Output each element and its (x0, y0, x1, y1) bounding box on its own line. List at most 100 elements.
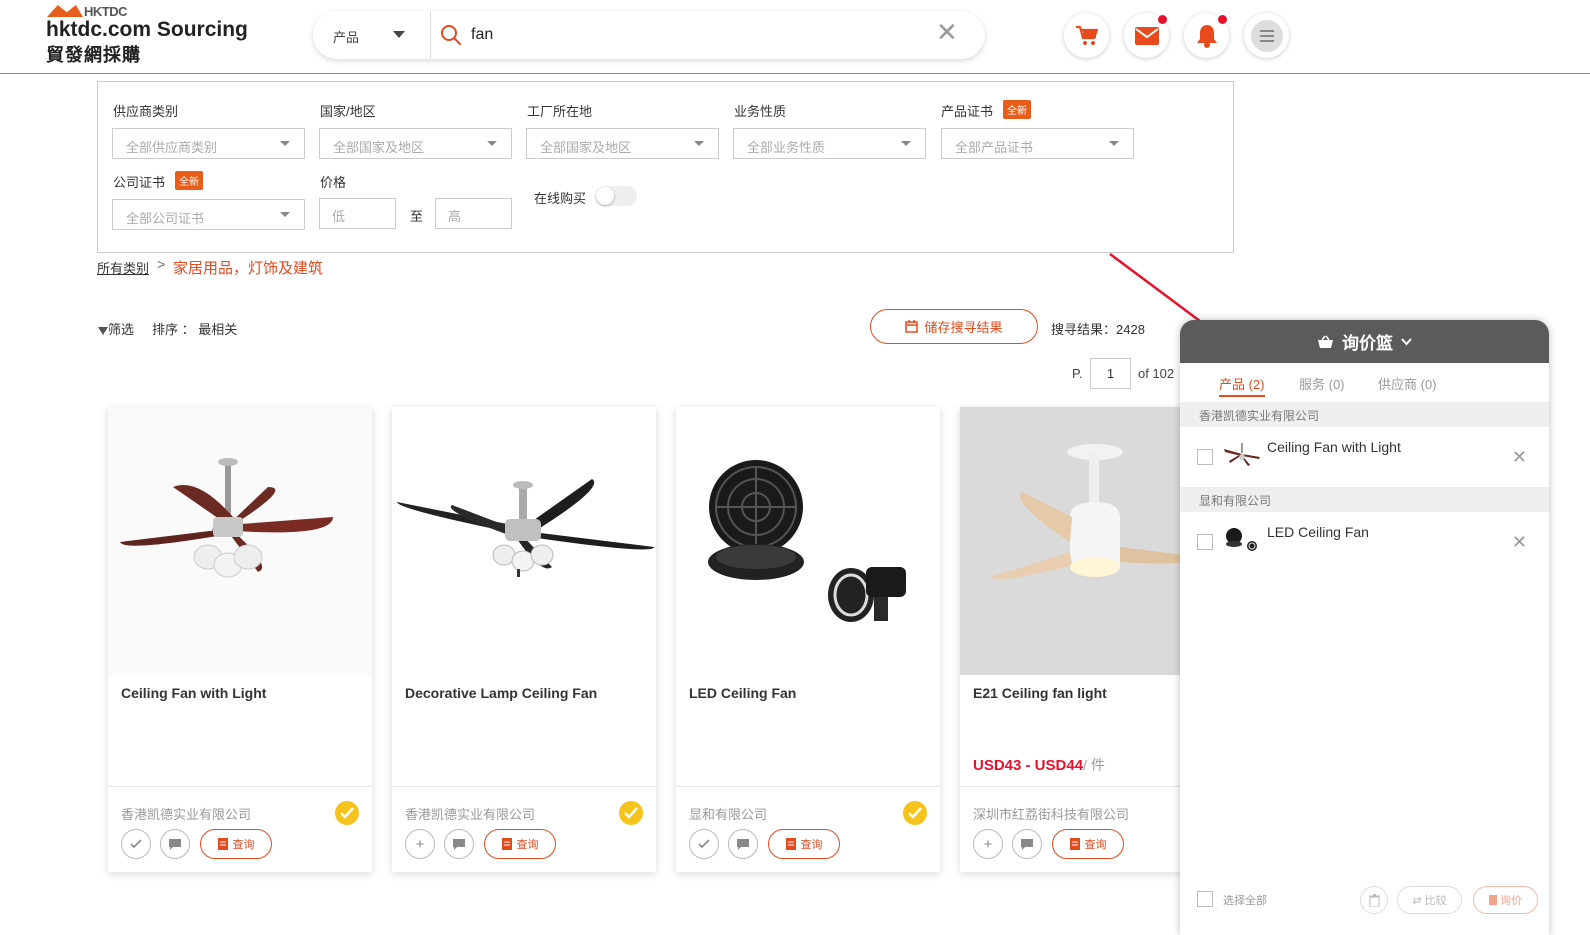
inquiry-button[interactable]: 查询 (200, 829, 272, 859)
verified-check-icon (903, 801, 927, 825)
select-all-label[interactable]: 选择全部 (1223, 892, 1267, 908)
price-max-input[interactable]: 高 (435, 198, 512, 229)
chat-button[interactable] (728, 829, 758, 859)
product-cert-select[interactable]: 全部产品证书 (941, 128, 1134, 159)
inquiry-button[interactable]: 查询 (1052, 829, 1124, 859)
item-checkbox[interactable] (1197, 449, 1213, 465)
logo-subtitle[interactable]: 貿發網採購 (46, 41, 141, 67)
item-name[interactable]: LED Ceiling Fan (1267, 524, 1369, 540)
caret-down-icon (280, 141, 290, 146)
delete-button[interactable] (1360, 886, 1388, 914)
check-icon (698, 839, 710, 849)
document-icon (1069, 838, 1080, 850)
page-prefix: P. (1072, 366, 1083, 381)
select-all-checkbox[interactable] (1197, 891, 1213, 907)
logo-title[interactable]: hktdc.com Sourcing (46, 18, 248, 42)
chevron-right-icon: > (157, 256, 166, 272)
supplier-type-value: 全部供应商类别 (126, 140, 218, 155)
product-image[interactable] (392, 407, 656, 675)
notifications-button[interactable] (1184, 13, 1229, 58)
added-to-basket-button[interactable] (121, 829, 151, 859)
tab-suppliers[interactable]: 供应商 (0) (1378, 374, 1437, 393)
hktdc-logo-mark[interactable] (47, 5, 83, 17)
messages-button[interactable] (1124, 13, 1169, 58)
inquiry-label: 查询 (1084, 839, 1107, 851)
company-cert-select[interactable]: 全部公司证书 (112, 199, 305, 230)
supplier-name[interactable]: 香港凯德实业有限公司 (121, 804, 251, 823)
caret-down-icon (694, 141, 704, 146)
product-card[interactable]: Decorative Lamp Ceiling Fan 香港凯德实业有限公司 +… (392, 407, 656, 872)
inquiry-button[interactable]: 查询 (768, 829, 840, 859)
product-image[interactable] (108, 407, 372, 675)
save-search-button[interactable]: 储存搜寻结果 (870, 309, 1038, 344)
product-card[interactable]: Ceiling Fan with Light 香港凯德实业有限公司 查询 (108, 407, 372, 872)
clear-search-icon[interactable]: ✕ (936, 19, 958, 45)
filter-toggle[interactable]: 筛选 (98, 319, 134, 338)
document-icon (1489, 895, 1497, 905)
search-bar: 产品 ✕ (313, 11, 985, 59)
page-total: of 102 (1138, 366, 1175, 381)
product-title[interactable]: Ceiling Fan with Light (121, 685, 266, 701)
price-min-input[interactable]: 低 (319, 198, 396, 229)
breadcrumb-all-categories[interactable]: 所有类别 (97, 258, 149, 277)
inquiry-label: 查询 (516, 839, 539, 851)
price-range: USD43 - USD44 (973, 757, 1084, 774)
add-to-basket-button[interactable]: + (405, 829, 435, 859)
chevron-down-icon[interactable] (393, 31, 405, 38)
search-divider (430, 11, 431, 59)
document-icon (217, 838, 228, 850)
tab-services[interactable]: 服务 (0) (1299, 374, 1345, 393)
supplier-name[interactable]: 显和有限公司 (689, 804, 767, 823)
supplier-name[interactable]: 深圳市红荔街科技有限公司 (973, 804, 1129, 823)
item-thumbnail[interactable] (1222, 524, 1262, 556)
plus-icon: + (415, 835, 425, 853)
tab-products[interactable]: 产品 (2) (1219, 374, 1265, 397)
trash-icon (1368, 893, 1380, 907)
add-to-basket-button[interactable]: + (973, 829, 1003, 859)
bell-icon (1196, 24, 1217, 48)
search-category-select[interactable]: 产品 (333, 27, 359, 46)
product-title[interactable]: E21 Ceiling fan light (973, 685, 1107, 701)
page-number-input[interactable]: 1 (1090, 358, 1131, 389)
remove-item-icon[interactable]: ✕ (1512, 447, 1527, 468)
breadcrumb-current[interactable]: 家居用品，灯饰及建筑 (173, 257, 323, 278)
item-checkbox[interactable] (1197, 534, 1213, 550)
item-thumbnail[interactable] (1222, 439, 1262, 471)
cart-button[interactable] (1064, 13, 1109, 58)
factory-location-select[interactable]: 全部国家及地区 (526, 128, 719, 159)
search-input[interactable] (471, 23, 921, 47)
site-header: HKTDC hktdc.com Sourcing 貿發網採購 产品 ✕ (0, 0, 1590, 74)
send-inquiry-button[interactable]: 询价 (1473, 886, 1538, 914)
plus-icon: + (983, 835, 993, 853)
chat-button[interactable] (1012, 829, 1042, 859)
country-value: 全部国家及地区 (333, 140, 425, 155)
country-select[interactable]: 全部国家及地区 (319, 128, 512, 159)
search-icon[interactable] (440, 24, 462, 46)
product-image[interactable] (676, 407, 940, 675)
new-badge: 全新 (175, 171, 203, 190)
chat-button[interactable] (160, 829, 190, 859)
item-name[interactable]: Ceiling Fan with Light (1267, 439, 1401, 455)
product-card[interactable]: LED Ceiling Fan 显和有限公司 查询 (676, 407, 940, 872)
menu-button[interactable] (1244, 13, 1289, 58)
product-title[interactable]: LED Ceiling Fan (689, 685, 796, 701)
logo-small-text[interactable]: HKTDC (84, 4, 128, 19)
online-buy-label: 在线购买 (534, 191, 587, 206)
supplier-type-select[interactable]: 全部供应商类别 (112, 128, 305, 159)
country-label: 国家/地区 (320, 104, 376, 119)
card-divider (108, 786, 372, 787)
basket-header[interactable]: 询价篮 (1180, 320, 1549, 363)
chat-button[interactable] (444, 829, 474, 859)
inquiry-button[interactable]: 查询 (484, 829, 556, 859)
business-type-select[interactable]: 全部业务性质 (733, 128, 926, 159)
added-to-basket-button[interactable] (689, 829, 719, 859)
mail-icon (1134, 26, 1159, 45)
product-title[interactable]: Decorative Lamp Ceiling Fan (405, 685, 597, 701)
compare-button[interactable]: ⇄ 比较 (1397, 886, 1462, 914)
online-buy-toggle[interactable] (595, 186, 637, 206)
compare-icon: ⇄ (1412, 894, 1422, 907)
chat-icon (1021, 838, 1033, 850)
sort-select[interactable]: 排序 ： 最相关 (152, 319, 237, 338)
remove-item-icon[interactable]: ✕ (1512, 532, 1527, 553)
supplier-name[interactable]: 香港凯德实业有限公司 (405, 804, 535, 823)
